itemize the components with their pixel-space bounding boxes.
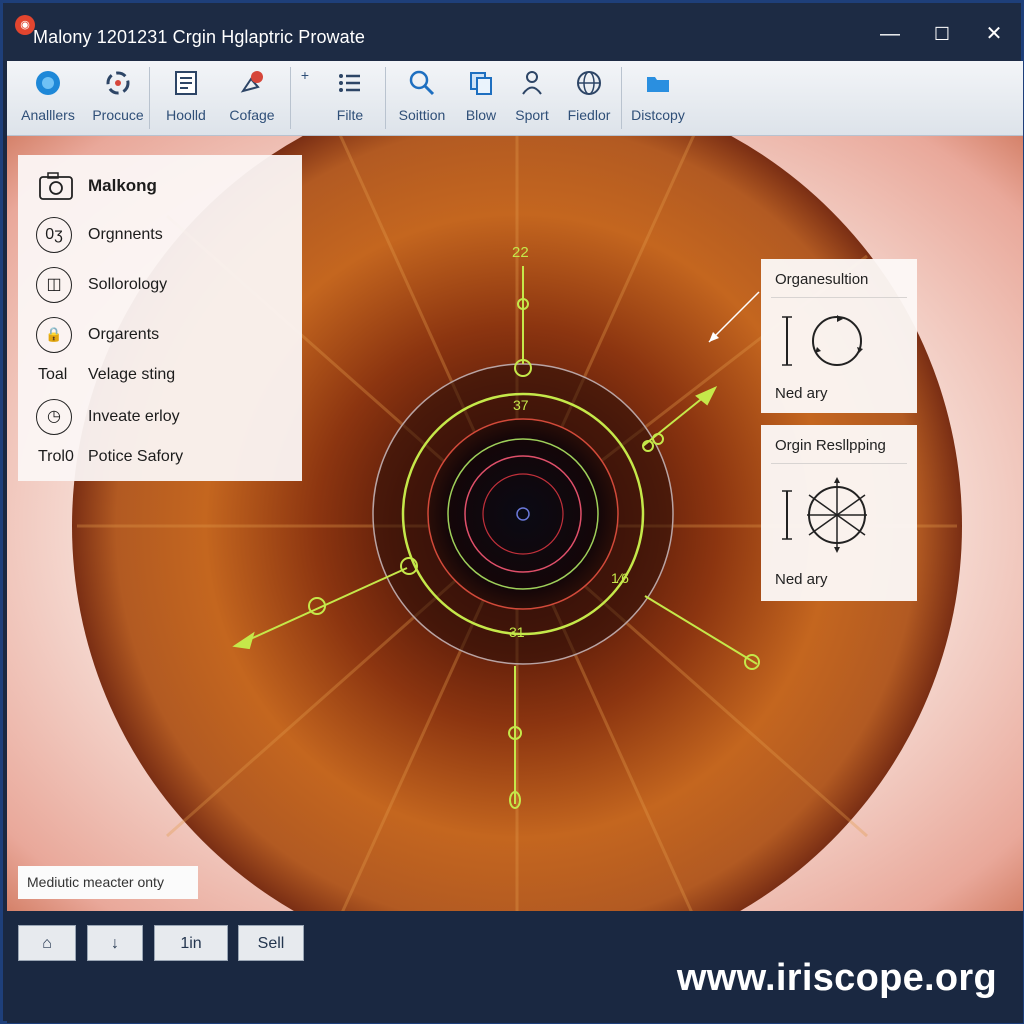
app-logo-icon: ◉ [15,15,35,35]
folder-icon [625,69,691,103]
panel-item-label: Orgarents [88,326,160,343]
toolbar-label: Blow [465,107,497,123]
panel-item-label: Orgnnents [88,226,163,243]
title-bar: ◉ Malony 1201231 Crgin Hglaptric Prowate… [3,3,1021,61]
home-icon: ⌂ [42,935,52,952]
orgin-resllpping-panel: Orgin Resllpping Ned ary [761,425,917,601]
measurement-label-top: 22 [512,244,529,261]
toolbar-blow-button[interactable]: Blow [455,69,507,129]
panel-item-label: Velage sting [88,366,176,383]
toolbar-filte-button[interactable]: Filte [317,69,383,129]
toolbar-procuce-button[interactable]: Procuce [83,69,153,129]
toolbar-add-button[interactable]: + [297,67,313,127]
toolbar-separator [621,67,622,129]
clock-icon: ◷ [36,399,72,435]
toolbar-soittion-button[interactable]: Soittion [389,69,455,129]
panel-divider [771,297,907,298]
toolbar-label: Analllers [21,107,75,123]
panel-item-label: Potice Safory [88,448,184,465]
one-in-button[interactable]: 1in [154,925,228,961]
app-window: ◉ Malony 1201231 Crgin Hglaptric Prowate… [0,0,1024,1024]
toolbar-distcopy-button[interactable]: Distcopy [625,69,691,129]
plus-icon: + [300,67,310,83]
toolbar-separator [290,67,291,129]
toolbar-separator [149,67,150,129]
panel-item-malkong[interactable]: Malkong [18,163,302,207]
home-button[interactable]: ⌂ [18,925,76,961]
panel-item-potice-safory[interactable]: Trol0 Potice Safory [18,435,302,479]
globe-icon [13,69,83,103]
panel-item-inveate-erloy[interactable]: ◷ Inveate erloy [18,395,302,439]
panel-item-orgnnents[interactable]: 0ʒ Orgnnents [18,213,302,257]
down-arrow-icon: ↓ [111,935,119,952]
maximize-button[interactable]: ☐ [927,19,957,49]
pin-icon [219,69,285,103]
toolbar-separator [385,67,386,129]
list-icon [317,69,383,103]
left-info-panel: Malkong 0ʒ Orgnnents ◫ Sollorology 🔒 Org… [18,155,302,481]
footer-url: www.iriscope.org [676,957,997,999]
panel-item-orgarents[interactable]: 🔒 Orgarents [18,313,302,357]
cycle-icon [83,69,153,103]
grid-globe-icon [559,69,619,103]
person-icon [509,69,555,103]
minimize-button[interactable]: — [875,19,905,49]
panel-item-label: Sollorology [88,276,168,293]
panel-item-prefix: Toal [38,366,68,383]
toolbar: Analllers Procuce Hoolld Cofage + Filte … [7,61,1023,136]
panel-item-label: Inveate erloy [88,408,180,425]
panel-item-sollorology[interactable]: ◫ Sollorology [18,263,302,307]
ring-label-right: 1⁄6 [611,570,629,586]
toolbar-label: Procuce [92,107,144,123]
toolbar-sport-button[interactable]: Sport [509,69,555,129]
toolbar-fiedlor-button[interactable]: Fiedlor [559,69,619,129]
lock-icon: 🔒 [36,317,72,353]
toolbar-label: Cofage [229,107,275,123]
ring-label-bottom: 31 [509,624,525,640]
toolbar-label: Soittion [398,107,446,123]
panel-item-prefix: Trol0 [38,448,74,465]
toolbar-label: Hoolld [166,107,206,123]
panel-item-velage-sting[interactable]: Toal Velage sting [18,353,302,397]
document-icon [153,69,219,103]
search-icon [389,69,455,103]
panel-divider [771,463,907,464]
camera-icon [38,171,74,206]
toolbar-label: Distcopy [631,107,685,123]
panel-footer: Ned ary [775,385,828,402]
book-icon: ◫ [36,267,72,303]
sell-button[interactable]: Sell [238,925,304,961]
ring-label-top: 37 [513,397,529,413]
panel-title: Organesultion [775,271,869,288]
cycle-diagram-icon [779,313,869,374]
toolbar-label: Filte [336,107,364,123]
panel-item-label: Malkong [88,176,157,195]
organesultion-panel: Organesultion Ned ary [761,259,917,413]
panel-title: Orgin Resllpping [775,437,886,454]
pill-icon: 0ʒ [36,217,72,253]
radial-diagram-icon [779,467,875,568]
copy-icon [455,69,507,103]
panel-footer: Ned ary [775,571,828,588]
toolbar-label: Sport [515,107,549,123]
close-button[interactable]: ✕ [979,19,1009,49]
bottom-bar: ⌂ ↓ 1in Sell www.iriscope.org [7,911,1023,1023]
toolbar-hoolld-button[interactable]: Hoolld [153,69,219,129]
toolbar-analllers-button[interactable]: Analllers [13,69,83,129]
down-button[interactable]: ↓ [87,925,143,961]
window-title: Malony 1201231 Crgin Hglaptric Prowate [33,27,365,47]
toolbar-label: Fiedlor [567,107,611,123]
disclaimer-note: Mediutic meacter onty [18,866,198,899]
toolbar-cofage-button[interactable]: Cofage [219,69,285,129]
